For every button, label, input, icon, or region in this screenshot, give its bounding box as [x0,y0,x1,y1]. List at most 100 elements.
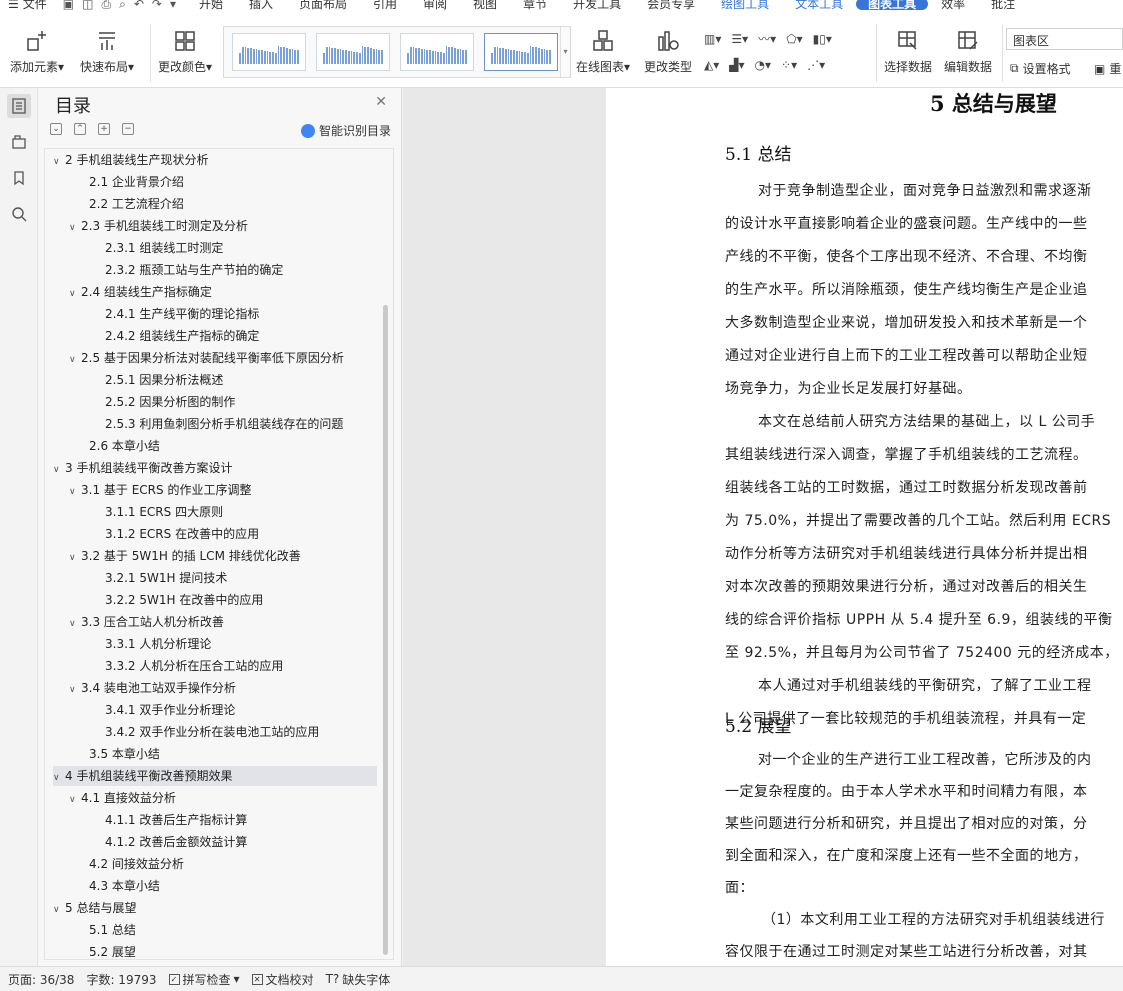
doc-proofread-button[interactable]: ✕ 文档校对 [251,971,314,988]
toc-item[interactable]: 2.4.1 生产线平衡的理论指标 [53,304,377,324]
line-chart-icon[interactable]: 〰▾ [758,30,776,47]
chart-style-4[interactable] [484,33,558,71]
toc-panel-icon[interactable] [7,94,31,118]
toc-item[interactable]: 3.4.2 双手作业分析在装电池工站的应用 [53,722,377,742]
chevron-down-icon[interactable]: ∨ [69,614,81,634]
toc-item[interactable]: 3.2.2 5W1H 在改善中的应用 [53,590,377,610]
toc-item[interactable]: 2.2 工艺流程介绍 [53,194,377,214]
chevron-down-icon[interactable]: ∨ [69,790,81,810]
toc-item[interactable]: ∨ 2 手机组装线生产现状分析 [53,150,377,170]
chart-element-selector[interactable]: 图表区 [1006,28,1123,50]
menu-tab[interactable]: 视图 [460,0,510,10]
toc-item[interactable]: ∨ 3 手机组装线平衡改善方案设计 [53,458,377,478]
toc-item[interactable]: ∨ 4.1 直接效益分析 [53,788,377,808]
menu-tab[interactable]: 引用 [360,0,410,10]
toc-item[interactable]: 3.3.2 人机分析在压合工站的应用 [53,656,377,676]
menu-tab[interactable]: 插入 [236,0,286,10]
close-icon[interactable]: ✕ [375,94,387,110]
toc-item[interactable]: 4.1.1 改善后生产指标计算 [53,810,377,830]
chevron-down-icon[interactable]: ∨ [69,284,81,304]
chevron-down-icon[interactable]: ∨ [69,680,81,700]
bar-chart-icon[interactable]: ☰▾ [731,30,748,47]
add-heading-icon[interactable]: + [98,123,110,135]
add-element-button[interactable]: 添加元素▾ [10,28,64,75]
menu-tab[interactable]: 审阅 [410,0,460,10]
smart-toc-button[interactable]: 智能识别目录 [300,122,391,139]
chart-style-1[interactable] [232,33,306,71]
set-format-button[interactable]: ⧉ 设置格式 [1010,60,1071,77]
menu-tab[interactable]: 图表工具 [856,0,929,10]
search-icon[interactable] [7,202,31,226]
toc-item[interactable]: 3.3.1 人机分析理论 [53,634,377,654]
menu-tab[interactable]: 会员专享 [634,0,708,10]
menu-tab[interactable]: 文本工具 [782,0,856,10]
gallery-more-icon[interactable]: ▾ [560,27,570,77]
menu-tab[interactable]: 批注 [978,0,1028,10]
toc-item[interactable]: 5.1 总结 [53,920,377,940]
print-preview-icon[interactable]: ⌕ [119,0,126,10]
toc-item[interactable]: 3.5 本章小结 [53,744,377,764]
export-pdf-icon[interactable]: ◫ [82,0,93,10]
menu-tab[interactable]: 开发工具 [560,0,634,10]
toc-item[interactable]: 3.4.1 双手作业分析理论 [53,700,377,720]
toc-item[interactable]: ∨ 2.5 基于因果分析法对装配线平衡率低下原因分析 [53,348,377,368]
chevron-down-icon[interactable]: ∨ [69,350,81,370]
toc-item[interactable]: 3.1.1 ECRS 四大原则 [53,502,377,522]
chevron-down-icon[interactable]: ∨ [69,218,81,238]
chevron-down-icon[interactable]: ∨ [69,482,81,502]
change-type-button[interactable]: 更改类型 [644,28,692,75]
edit-data-button[interactable]: 编辑数据 [944,28,992,75]
spell-check-button[interactable]: ✓ 拼写检查 ▾ [168,971,240,988]
toc-item[interactable]: 3.1.2 ECRS 在改善中的应用 [53,524,377,544]
menu-tab[interactable]: 页面布局 [286,0,360,10]
toc-item[interactable]: ∨ 4 手机组装线平衡改善预期效果 [53,766,377,786]
other-chart-icon[interactable]: ⋰▾ [807,58,825,72]
expand-all-icon[interactable]: ⌄ [50,123,62,135]
toc-item[interactable]: 2.3.2 瓶颈工站与生产节拍的确定 [53,260,377,280]
save-icon[interactable]: ▣ [63,0,74,10]
chevron-down-icon[interactable]: ∨ [69,548,81,568]
toc-item[interactable]: 5.2 展望 [53,942,377,959]
toc-item[interactable]: 2.4.2 组装线生产指标的确定 [53,326,377,346]
chevron-down-icon[interactable]: ∨ [53,460,65,480]
toc-item[interactable]: 3.2.1 5W1H 提问技术 [53,568,377,588]
toc-item[interactable]: ∨ 3.2 基于 5W1H 的插 LCM 排线优化改善 [53,546,377,566]
scatter-chart-icon[interactable]: ⁘▾ [781,58,797,72]
chevron-down-icon[interactable]: ∨ [53,152,65,172]
reset-format-button[interactable]: ▣ 重 [1094,60,1121,77]
select-data-button[interactable]: 选择数据 [884,28,932,75]
page-count[interactable]: 页面: 36/38 [8,971,74,988]
chevron-down-icon[interactable]: ∨ [53,768,65,788]
change-color-button[interactable]: 更改颜色▾ [158,28,212,75]
toc-item[interactable]: 4.3 本章小结 [53,876,377,896]
chart-style-2[interactable] [316,33,390,71]
menu-tab[interactable]: 章节 [510,0,560,10]
undo-icon[interactable]: ↶ [134,0,144,10]
toc-item[interactable]: 2.5.3 利用鱼刺图分析手机组装线存在的问题 [53,414,377,434]
toc-item[interactable]: 4.1.2 改善后金额效益计算 [53,832,377,852]
quick-layout-button[interactable]: 快速布局▾ [80,28,134,75]
menu-tab[interactable]: 开始 [186,0,236,10]
toc-item[interactable]: ∨ 3.4 装电池工站双手操作分析 [53,678,377,698]
toc-item[interactable]: 2.5.1 因果分析法概述 [53,370,377,390]
toc-item[interactable]: 2.3.1 组装线工时测定 [53,238,377,258]
chapter-nav-icon[interactable] [7,130,31,154]
stock-chart-icon[interactable]: ▟▾ [729,58,744,72]
document-page[interactable]: 5 总结与展望 5.1 总结 5.2 展望 对于竞争制造型企业，面对竞争日益激烈… [606,88,1123,966]
toc-item[interactable]: ∨ 5 总结与展望 [53,898,377,918]
toc-scrollbar[interactable] [383,305,388,955]
chevron-down-icon[interactable]: ∨ [53,900,65,920]
collapse-all-icon[interactable]: ⌃ [74,123,86,135]
print-icon[interactable]: ⎙ [101,0,111,10]
customize-chevron-icon[interactable]: ▾ [170,0,176,10]
missing-font-button[interactable]: T? 缺失字体 [326,971,391,988]
toc-item[interactable]: ∨ 3.1 基于 ECRS 的作业工序调整 [53,480,377,500]
area-chart-icon[interactable]: ◭▾ [704,58,719,72]
toc-item[interactable]: 2.1 企业背景介绍 [53,172,377,192]
menu-tab[interactable]: 绘图工具 [708,0,782,10]
toc-item[interactable]: 2.5.2 因果分析图的制作 [53,392,377,412]
radar-chart-icon[interactable]: ⬠▾ [786,30,802,47]
file-menu[interactable]: ☰ 文件 [0,0,57,10]
bookmark-icon[interactable] [7,166,31,190]
word-count[interactable]: 字数: 19793 [86,971,156,988]
